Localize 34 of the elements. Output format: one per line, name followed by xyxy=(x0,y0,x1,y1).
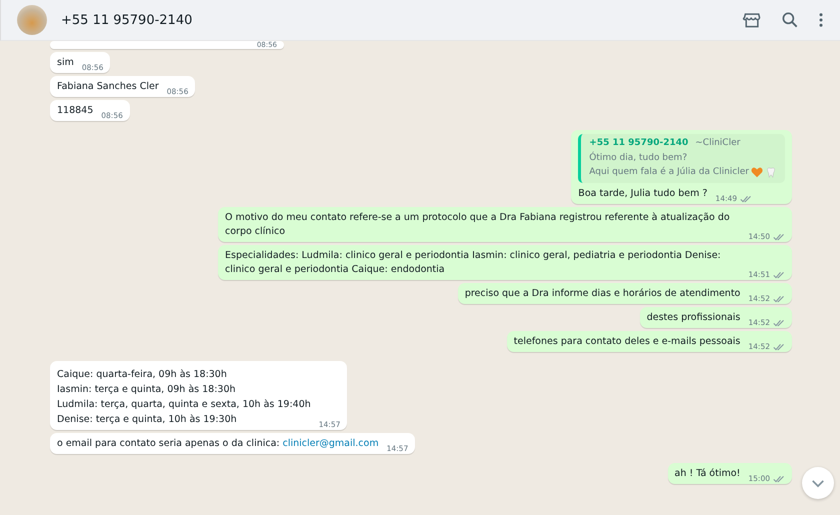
double-check-icon xyxy=(773,294,785,302)
message-text: preciso que a Dra informe dias e horários de atendimento xyxy=(464,287,740,301)
tooth-icon xyxy=(765,166,777,178)
quoted-message[interactable]: +55 11 95790-2140 ~CliniCler Ótimo dia, tudo bem? Aqui quem fala é a Júlia da Clinicler xyxy=(578,134,785,183)
double-check-icon xyxy=(773,232,785,240)
double-check-icon xyxy=(740,194,752,202)
message-text: destes profissionais xyxy=(646,311,740,325)
quote-text: Ótimo dia, tudo bem? xyxy=(589,151,688,165)
message-text: Fabiana Sanches Cler xyxy=(57,80,159,94)
quote-author: +55 11 95790-2140 xyxy=(589,138,688,148)
message-text: telefones para contato deles e e-mails pessoais xyxy=(514,335,740,349)
message-text: Especialidades: Ludmila: clinico geral e periodontia Iasmin: clinico geral, pediatria e periodontia Denise: clinico geral e periodontia Caique: endodontia xyxy=(225,249,722,277)
double-check-icon xyxy=(773,318,785,326)
double-check-icon xyxy=(773,342,785,350)
message-text: Ludmila: terça, quarta, quinta e sexta, 10h às 19:40h xyxy=(57,398,311,412)
search-icon[interactable] xyxy=(780,10,800,30)
message-text: Denise: terça e quinta, 10h às 19:30h xyxy=(57,413,238,427)
chevron-down-icon xyxy=(811,478,825,488)
quote-text: Aqui quem fala é a Júlia da Clinicler xyxy=(589,166,749,179)
contact-name[interactable]: +55 11 95790-2140 xyxy=(61,12,192,28)
double-check-icon xyxy=(773,474,785,482)
message-text: Caique: quarta-feira, 09h às 18:30h xyxy=(57,368,228,382)
message-text: Boa tarde, Julia tudo bem ? xyxy=(578,187,708,201)
message-text: O motivo do meu contato refere-se a um protocolo que a Dra Fabiana registrou referente à atualização do corpo clínico xyxy=(225,211,731,239)
message-text: ah ! Tá ótimo! xyxy=(674,467,740,481)
message-text: sim xyxy=(57,56,74,70)
message-text: Iasmin: terça e quinta, 09h às 18:30h xyxy=(57,383,237,397)
quote-alias: ~CliniCler xyxy=(695,138,740,148)
message-text: o email para contato seria apenas o da clinica: clinicler@gmail.com xyxy=(57,437,379,451)
scroll-down-button[interactable] xyxy=(802,467,834,499)
message-text: 118845 xyxy=(57,104,94,118)
heart-icon xyxy=(751,166,763,178)
double-check-icon xyxy=(773,270,785,278)
email-link[interactable]: clinicler@gmail.com xyxy=(282,438,379,449)
